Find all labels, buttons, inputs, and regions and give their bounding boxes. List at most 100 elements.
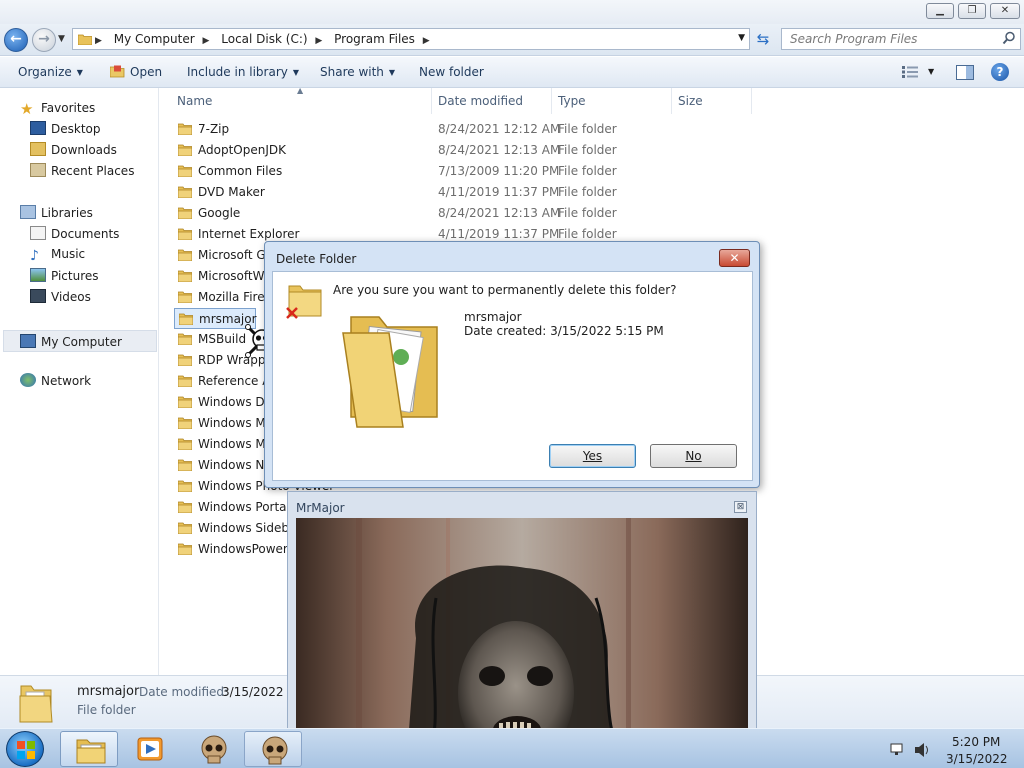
delete-folder-dialog: Delete Folder ✕ Are you sure you want to… [264,241,760,488]
clock-date[interactable]: 3/15/2022 [946,752,1008,766]
nav-my-computer[interactable]: My Computer [3,330,157,352]
forward-arrow-icon: → [38,31,50,47]
recent-places-icon [30,163,46,177]
nav-libraries[interactable]: Libraries [20,205,93,220]
file-date-modified: 8/24/2021 12:12 AM [438,122,561,136]
preview-pane-icon[interactable] [956,65,974,80]
column-date-header[interactable]: Date modified [438,94,523,108]
file-name: Internet Explorer [198,227,300,241]
no-button[interactable]: No [650,444,737,468]
details-modified-label: Date modified: [139,685,229,699]
taskbar-explorer-button[interactable] [60,731,118,767]
nav-favorites-label: Favorites [41,101,96,115]
taskbar-skull-app-button-active[interactable] [244,731,302,767]
address-dropdown-icon[interactable]: ▼ [738,33,745,43]
dialog-close-button[interactable]: ✕ [719,249,750,267]
column-divider[interactable] [751,88,752,114]
new-folder-button[interactable]: New folder [419,65,484,79]
column-divider[interactable] [551,88,552,114]
folder-icon [178,144,192,156]
dialog-body: Are you sure you want to permanently del… [272,271,753,481]
nav-downloads[interactable]: Downloads [30,142,117,157]
column-type-header[interactable]: Type [558,94,586,108]
nav-favorites[interactable]: ★ Favorites [20,100,95,118]
folder-icon [19,685,53,723]
recent-pages-dropdown-icon[interactable]: ▼ [58,34,65,44]
view-dropdown-icon[interactable]: ▼ [928,67,934,76]
open-label: Open [130,65,163,79]
column-headers: ▲ Name Date modified Type Size [160,88,1024,114]
column-size-header[interactable]: Size [678,94,703,108]
breadcrumb-local-disk[interactable]: Local Disk (C:) [221,32,307,46]
breadcrumb-my-computer[interactable]: My Computer [114,32,195,46]
nav-videos[interactable]: Videos [30,289,91,304]
file-row[interactable]: 7-Zip 8/24/2021 12:12 AM File folder [174,119,764,140]
taskbar-media-player-button[interactable] [120,731,178,767]
search-input[interactable] [782,29,992,49]
change-view-icon[interactable] [902,66,918,78]
share-with-button[interactable]: Share with ▼ [320,65,395,79]
open-button[interactable]: Open [109,65,163,79]
file-name: Windows Me [198,437,274,451]
file-type: File folder [558,185,617,199]
folder-icon [178,480,192,492]
forward-button[interactable]: → [32,28,56,52]
chevron-down-icon: ▼ [292,68,300,77]
breadcrumb-separator-icon[interactable]: ▶ [203,36,210,46]
search-icon[interactable] [1002,31,1016,45]
minimize-button[interactable]: ▁ [926,3,954,19]
column-divider[interactable] [671,88,672,114]
share-label: Share with [320,65,384,79]
breadcrumb-program-files[interactable]: Program Files [334,32,415,46]
yes-button[interactable]: Yes [549,444,636,468]
address-bar[interactable]: ▶ My Computer ▶ Local Disk (C:) ▶ Progra… [72,28,750,50]
taskbar: 5:20 PM 3/15/2022 [0,728,1024,768]
column-divider[interactable] [431,88,432,114]
close-button[interactable]: ✕ [990,3,1020,19]
help-icon[interactable]: ? [991,63,1009,81]
large-folder-icon [342,316,438,428]
folder-icon [178,291,192,303]
nav-network[interactable]: Network [20,373,91,388]
file-date-modified: 4/11/2019 11:37 PM [438,185,560,199]
nav-recent-places[interactable]: Recent Places [30,163,134,178]
file-date-modified: 7/13/2009 11:20 PM [438,164,560,178]
downloads-folder-icon [30,142,46,156]
title-bar[interactable]: ▁ ❐ ✕ [0,0,1024,24]
file-type: File folder [558,206,617,220]
organize-button[interactable]: Organize ▼ [18,65,83,79]
file-row[interactable]: AdoptOpenJDK 8/24/2021 12:13 AM File folde… [174,140,764,161]
file-row[interactable]: Common Files 7/13/2009 11:20 PM File folde… [174,161,764,182]
dialog-date-created: Date created: 3/15/2022 5:15 PM [464,324,664,338]
nav-desktop[interactable]: Desktop [30,121,101,136]
breadcrumb-separator-icon[interactable]: ▶ [315,36,322,46]
file-name: Microsoft Ga [198,248,274,262]
nav-downloads-label: Downloads [51,143,117,157]
clock-time[interactable]: 5:20 PM [952,735,1000,749]
nav-pictures[interactable]: Pictures [30,268,99,283]
refresh-icon[interactable]: ⇆ [752,30,774,50]
include-in-library-button[interactable]: Include in library ▼ [187,65,299,79]
breadcrumb-separator-icon[interactable]: ▶ [423,36,430,46]
breadcrumb-separator-icon[interactable]: ▶ [95,36,102,46]
file-row[interactable]: Google 8/24/2021 12:13 AM File folder [174,203,764,224]
command-bar: Organize ▼ Open Include in library ▼ Share… [0,57,1024,88]
network-icon [20,373,36,387]
column-name-header[interactable]: Name [177,94,212,108]
taskbar-skull-app-button[interactable] [184,731,242,767]
start-button[interactable] [6,731,44,767]
pictures-icon [30,268,46,282]
back-button[interactable]: ← [4,28,28,52]
file-row[interactable]: DVD Maker 4/11/2019 11:37 PM File folder [174,182,764,203]
nav-documents[interactable]: Documents [30,226,119,241]
maximize-button[interactable]: ❐ [958,3,986,19]
nav-music[interactable]: ♪ Music [30,247,85,264]
folder-icon [178,438,192,450]
system-tray-icons[interactable] [889,741,933,759]
file-name: Windows De [198,395,273,409]
search-box[interactable] [781,28,1021,50]
breadcrumb: ▶ My Computer ▶ Local Disk (C:) ▶ Progra… [95,32,438,46]
file-name: Windows Ma [198,416,274,430]
folder-icon [178,228,192,240]
mrmajor-close-button[interactable]: ⊠ [734,501,747,513]
